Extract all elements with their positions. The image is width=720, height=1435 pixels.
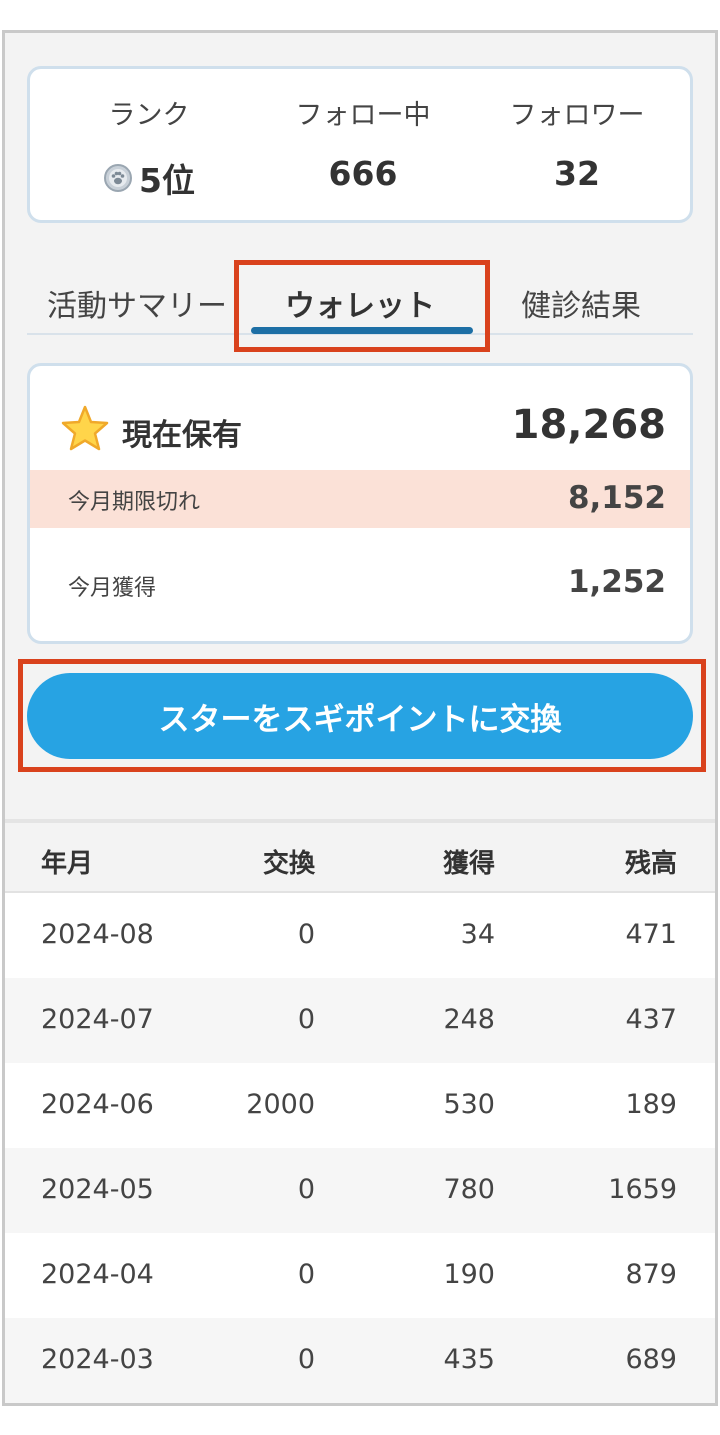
cell-earned: 190 xyxy=(443,1259,495,1290)
cell-earned: 530 xyxy=(443,1089,495,1120)
followers-label: フォロワー xyxy=(509,100,645,131)
table-row: 2024-08 0 34 471 xyxy=(5,893,715,978)
table-header: 年月 交換 獲得 残高 xyxy=(5,823,715,893)
followers-count: 32 xyxy=(554,154,600,193)
cell-exchange: 0 xyxy=(297,1344,315,1375)
cell-exchange: 0 xyxy=(297,919,315,950)
cell-exchange: 0 xyxy=(297,1004,315,1035)
rank-label: ランク xyxy=(108,100,190,131)
cell-balance: 689 xyxy=(625,1344,677,1375)
expiring-label: 今月期限切れ xyxy=(68,490,201,515)
tab-health-checkup[interactable]: 健診結果 xyxy=(521,281,641,325)
table-row: 2024-06 2000 530 189 xyxy=(5,1063,715,1148)
highlight-box-button xyxy=(18,659,706,772)
cell-month: 2024-08 xyxy=(41,919,154,950)
cell-month: 2024-07 xyxy=(41,1004,154,1035)
table-row: 2024-07 0 248 437 xyxy=(5,978,715,1063)
followers-stat[interactable]: フォロワー 32 xyxy=(466,69,688,220)
cell-exchange: 2000 xyxy=(246,1089,315,1120)
header-balance: 残高 xyxy=(624,849,677,879)
cell-month: 2024-04 xyxy=(41,1259,154,1290)
history-table: 年月 交換 獲得 残高 2024-08 0 34 471 2024-07 0 2… xyxy=(5,819,715,1403)
star-icon xyxy=(61,405,109,451)
expiring-value: 8,152 xyxy=(567,480,666,516)
cell-month: 2024-06 xyxy=(41,1089,154,1120)
profile-stats-card: ランク 5位 フォロー中 666 フォロワー 32 xyxy=(27,66,693,223)
cell-balance: 879 xyxy=(625,1259,677,1290)
table-row: 2024-05 0 780 1659 xyxy=(5,1148,715,1233)
tab-activity-summary[interactable]: 活動サマリー xyxy=(47,281,227,325)
cell-balance: 189 xyxy=(625,1089,677,1120)
following-stat[interactable]: フォロー中 666 xyxy=(252,69,474,220)
cell-earned: 780 xyxy=(443,1174,495,1205)
earned-label: 今月獲得 xyxy=(68,576,157,601)
table-row: 2024-04 0 190 879 xyxy=(5,1233,715,1318)
paw-badge-icon xyxy=(104,164,133,192)
holding-value: 18,268 xyxy=(511,402,666,448)
app-frame: ランク 5位 フォロー中 666 フォロワー 32 活動サマリー ウォレット 健… xyxy=(2,30,718,1406)
cell-exchange: 0 xyxy=(297,1259,315,1290)
rank-stat[interactable]: ランク 5位 xyxy=(38,69,260,220)
highlight-box-tab xyxy=(234,260,490,352)
holding-label: 現在保有 xyxy=(122,418,242,453)
cell-month: 2024-05 xyxy=(41,1174,154,1205)
earned-value: 1,252 xyxy=(567,564,666,600)
cell-balance: 471 xyxy=(625,919,677,950)
rank-value: 5位 xyxy=(139,161,195,200)
expiring-row: 今月期限切れ 8,152 xyxy=(30,470,690,528)
cell-earned: 34 xyxy=(460,919,495,950)
cell-earned: 435 xyxy=(443,1344,495,1375)
cell-balance: 437 xyxy=(625,1004,677,1035)
table-row: 2024-03 0 435 689 xyxy=(5,1318,715,1403)
following-count: 666 xyxy=(328,154,398,193)
wallet-card: 現在保有 18,268 今月期限切れ 8,152 今月獲得 1,252 xyxy=(27,363,693,644)
following-label: フォロー中 xyxy=(295,100,431,131)
header-exchange: 交換 xyxy=(262,849,315,879)
cell-exchange: 0 xyxy=(297,1174,315,1205)
cell-month: 2024-03 xyxy=(41,1344,154,1375)
header-month: 年月 xyxy=(41,849,94,879)
header-earned: 獲得 xyxy=(442,849,495,879)
cell-balance: 1659 xyxy=(608,1174,677,1205)
cell-earned: 248 xyxy=(443,1004,495,1035)
